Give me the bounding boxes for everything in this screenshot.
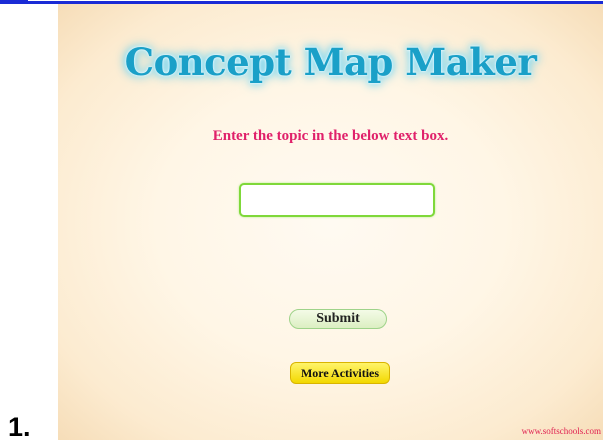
instruction-text: Enter the topic in the below text box. (212, 128, 449, 144)
more-activities-button[interactable]: More Activities (290, 362, 390, 384)
site-credit[interactable]: www.softschools.com (522, 426, 601, 436)
page-number: 1. (8, 412, 31, 442)
submit-button[interactable]: Submit (289, 309, 387, 329)
topic-input[interactable] (239, 183, 435, 217)
corner-mark (0, 0, 28, 4)
app-title: Concept Map Maker (124, 40, 537, 84)
activity-stage: Concept Map Maker Enter the topic in the… (58, 4, 603, 440)
